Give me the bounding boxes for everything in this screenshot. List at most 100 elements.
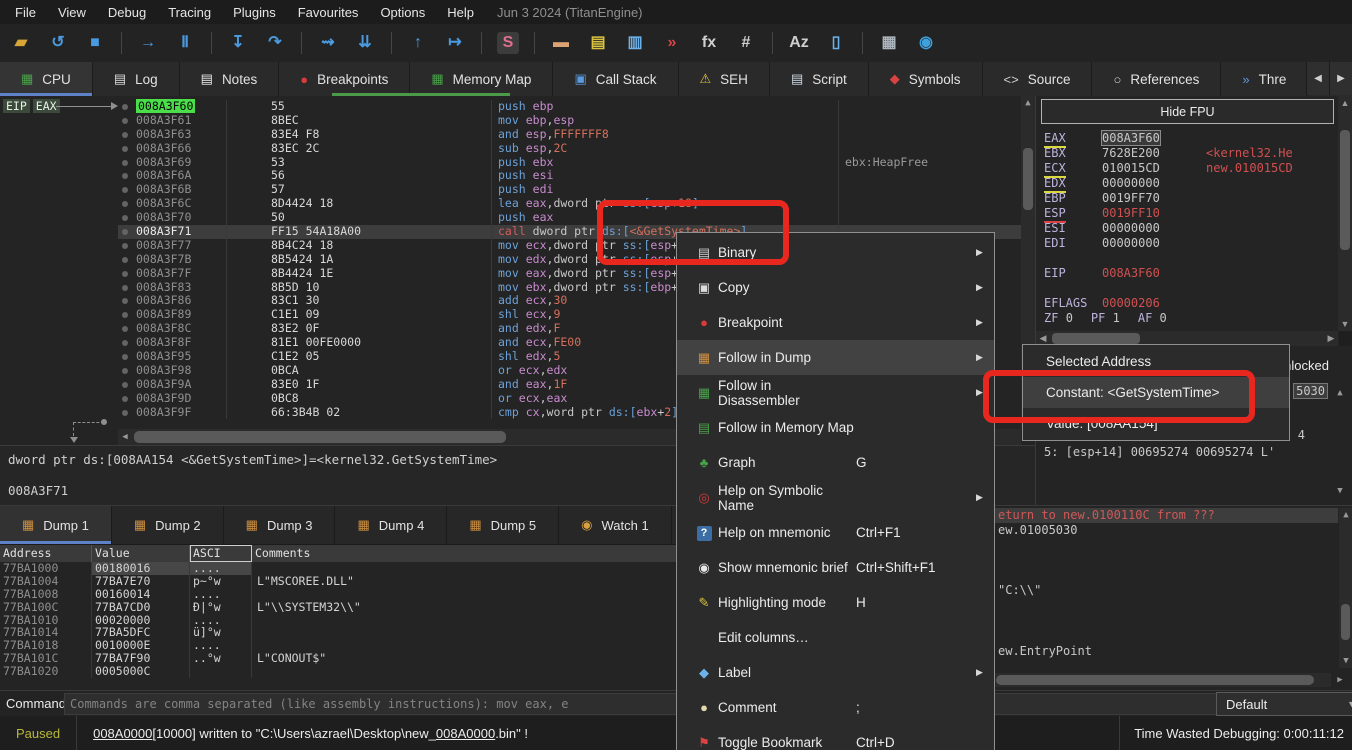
scroll-down-icon[interactable]: ▼	[1339, 654, 1352, 668]
hash-icon[interactable]: #	[735, 32, 757, 54]
menu-item-graph[interactable]: ♣GraphG	[677, 445, 994, 480]
run-to-user-code-icon[interactable]: ↦	[444, 32, 466, 54]
status-link[interactable]: 008A0000	[93, 726, 152, 741]
breakpoint-dot[interactable]	[118, 322, 134, 336]
breakpoint-dot[interactable]	[118, 128, 134, 142]
register-row[interactable]: EDI00000000	[1044, 236, 1335, 251]
scroll-right-icon[interactable]: ▶	[1333, 673, 1347, 687]
disasm-row[interactable]: 008A3F618BECmov ebp,esp	[118, 114, 1021, 128]
tab-dump-5[interactable]: ▦Dump 5	[447, 506, 559, 544]
tab-breakpoints[interactable]: ●Breakpoints	[279, 62, 410, 96]
command-input[interactable]	[64, 693, 1222, 715]
scroll-down-icon[interactable]: ▼	[1333, 484, 1347, 498]
register-row[interactable]: EBP0019FF70	[1044, 191, 1335, 206]
menu-item-copy[interactable]: ▣Copy▶	[677, 270, 994, 305]
breakpoint-dot[interactable]	[118, 350, 134, 364]
tab-dump-2[interactable]: ▦Dump 2	[112, 506, 224, 544]
register-row[interactable]: ESI00000000	[1044, 221, 1335, 236]
breakpoint-dot[interactable]	[118, 267, 134, 281]
disasm-row[interactable]: 008A3F6383E4 F8and esp,FFFFFFF8	[118, 128, 1021, 142]
breakpoint-dot[interactable]	[118, 225, 134, 239]
functions-icon[interactable]: fx	[698, 32, 720, 54]
labels-icon[interactable]: ▥	[624, 32, 646, 54]
calculator-icon[interactable]: ▦	[878, 32, 900, 54]
menu-item-help-on-symbolic-name[interactable]: ◎Help on Symbolic Name▶	[677, 480, 994, 515]
open-file-icon[interactable]: ▰	[10, 32, 32, 54]
tab-memory-map[interactable]: ▦Memory Map	[410, 62, 553, 96]
scroll-up-icon[interactable]: ▲	[1339, 508, 1352, 522]
tab-source[interactable]: <>Source	[983, 62, 1093, 96]
trace-over-icon[interactable]: ⇊	[354, 32, 376, 54]
scrollbar-thumb[interactable]	[1340, 130, 1350, 250]
breakpoint-dot[interactable]	[118, 100, 134, 114]
menu-item-breakpoint[interactable]: ●Breakpoint▶	[677, 305, 994, 340]
register-row[interactable]: EAX008A3F60	[1044, 131, 1335, 146]
breakpoint-dot[interactable]	[118, 211, 134, 225]
menu-file[interactable]: File	[4, 2, 47, 23]
menu-favourites[interactable]: Favourites	[287, 2, 370, 23]
menu-tracing[interactable]: Tracing	[157, 2, 222, 23]
menu-options[interactable]: Options	[369, 2, 436, 23]
tab-watch-1[interactable]: ◉Watch 1	[559, 506, 672, 544]
trace-into-icon[interactable]: ⇝	[317, 32, 339, 54]
disasm-row[interactable]: 008A3F6C8D4424 18lea eax,dword ptr ss:[e…	[118, 197, 1021, 211]
disasm-row[interactable]: 008A3F6A56push esi	[118, 169, 1021, 183]
register-row[interactable]: ESP0019FF10	[1044, 206, 1335, 221]
disasm-row[interactable]: 008A3F7050push eax	[118, 211, 1021, 225]
column-header-asci[interactable]: ASCI	[190, 545, 252, 562]
scroll-right-icon[interactable]: ▶	[1324, 331, 1338, 345]
scroll-down-icon[interactable]: ▼	[1338, 317, 1352, 331]
globe-icon[interactable]: ◉	[915, 32, 937, 54]
breakpoint-dot[interactable]	[118, 183, 134, 197]
bookmarks-icon[interactable]: »	[661, 32, 683, 54]
column-header-address[interactable]: Address	[0, 545, 92, 562]
menu-item-toggle-bookmark[interactable]: ⚑Toggle BookmarkCtrl+D	[677, 725, 994, 750]
breakpoint-dot[interactable]	[118, 253, 134, 267]
register-row[interactable]: EBX7628E200<kernel32.He	[1044, 146, 1335, 161]
breakpoint-dot[interactable]	[118, 239, 134, 253]
scrollbar-thumb[interactable]	[1341, 604, 1350, 640]
scrollbar-thumb[interactable]	[1052, 333, 1140, 344]
strings-icon[interactable]: Az	[788, 32, 810, 54]
register-row[interactable]: EIP008A3F60	[1044, 266, 1335, 281]
disasm-row[interactable]: 008A3F6953push ebxebx:HeapFree	[118, 156, 1021, 170]
register-row[interactable]: ECX010015CDnew.010015CD	[1044, 161, 1335, 176]
stack-vertical-scrollbar[interactable]: ▲ ▼	[1339, 508, 1352, 668]
scroll-left-icon[interactable]: ◀	[118, 430, 132, 444]
profile-dropdown[interactable]: Default ▼	[1216, 692, 1352, 716]
registers-pane[interactable]: Hide FPU EAX008A3F60EBX7628E200<kernel32…	[1035, 96, 1339, 346]
menu-item-label[interactable]: ◆Label▶	[677, 655, 994, 690]
patches-icon[interactable]: ▬	[550, 32, 572, 54]
menu-item-follow-in-memory-map[interactable]: ▤Follow in Memory Map	[677, 410, 994, 445]
scrollbar-thumb[interactable]	[134, 431, 506, 443]
breakpoint-dot[interactable]	[118, 378, 134, 392]
tab-scroll-left-icon[interactable]: ◀	[1306, 62, 1329, 95]
step-into-icon[interactable]: ↧	[227, 32, 249, 54]
stack-row[interactable]: "C:\\"	[993, 583, 1338, 598]
hide-fpu-button[interactable]: Hide FPU	[1041, 99, 1334, 124]
scroll-up-icon[interactable]: ▲	[1021, 96, 1035, 110]
registers-vertical-scrollbar[interactable]: ▲ ▼	[1338, 96, 1352, 331]
scroll-left-icon[interactable]: ◀	[1036, 331, 1050, 345]
column-header-value[interactable]: Value	[92, 545, 190, 562]
menu-item-show-mnemonic-brief[interactable]: ◉Show mnemonic briefCtrl+Shift+F1	[677, 550, 994, 585]
comments-icon[interactable]: ▤	[587, 32, 609, 54]
tab-dump-4[interactable]: ▦Dump 4	[335, 506, 447, 544]
tab-scroll-right-icon[interactable]: ▶	[1329, 62, 1352, 95]
tab-notes[interactable]: ▤Notes	[180, 62, 280, 96]
menu-debug[interactable]: Debug	[97, 2, 157, 23]
breakpoint-dot[interactable]	[118, 142, 134, 156]
status-link[interactable]: 008A0000	[436, 726, 495, 741]
tab-script[interactable]: ▤Script	[770, 62, 869, 96]
tab-dump-3[interactable]: ▦Dump 3	[224, 506, 336, 544]
breakpoint-dot[interactable]	[118, 392, 134, 406]
scrollbar-thumb[interactable]	[996, 675, 1314, 685]
run-icon[interactable]: →	[137, 32, 159, 54]
menu-item-follow-in-disassembler[interactable]: ▦Follow in Disassembler▶	[677, 375, 994, 410]
stack-horizontal-scrollbar[interactable]: ▶	[995, 673, 1331, 687]
tab-call-stack[interactable]: ▣Call Stack	[553, 62, 678, 96]
stack-row[interactable]: eturn to new.0100110C from ???	[993, 508, 1338, 523]
tab-thre[interactable]: »Thre	[1221, 62, 1308, 96]
menu-item-edit-columns[interactable]: Edit columns…	[677, 620, 994, 655]
disasm-row[interactable]: 008A3F6B57push edi	[118, 183, 1021, 197]
